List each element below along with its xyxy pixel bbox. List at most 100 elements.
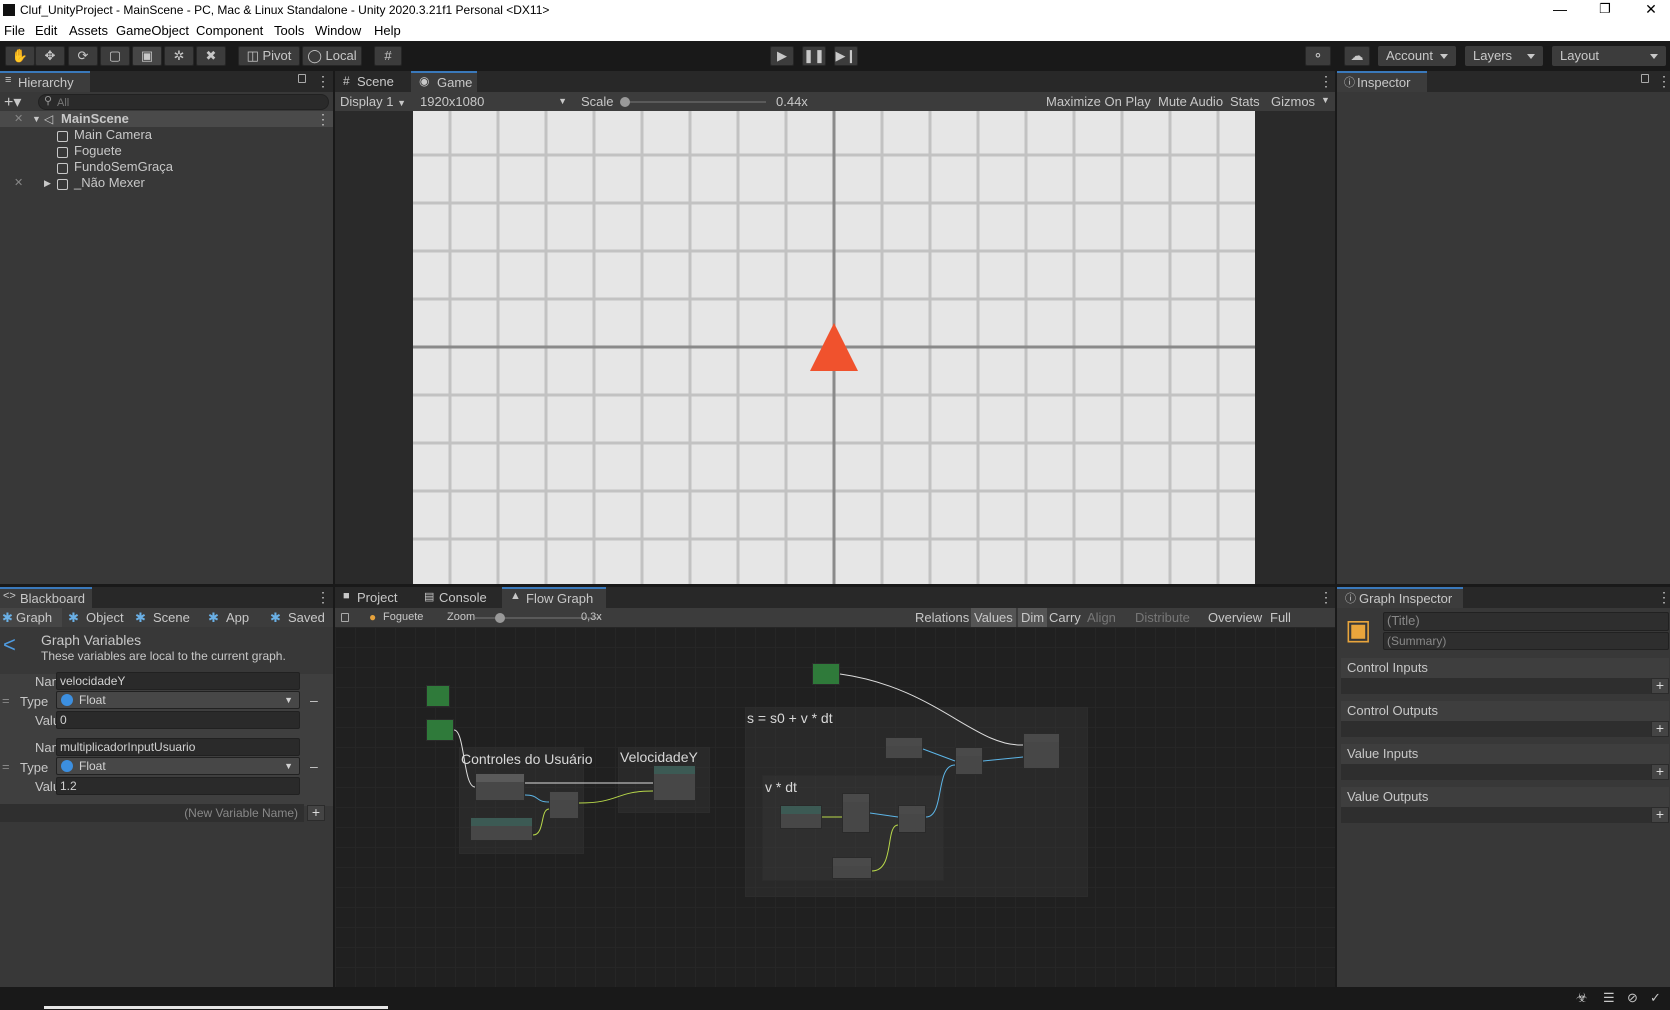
visibility-icon[interactable]: ✕ bbox=[14, 111, 23, 127]
float-type-icon bbox=[61, 760, 73, 772]
distribute-button[interactable]: Distribute bbox=[1135, 610, 1190, 625]
lock-icon[interactable] bbox=[341, 613, 349, 622]
variable-value-input[interactable]: 0 bbox=[56, 711, 300, 729]
gizmos-button[interactable]: Gizmos bbox=[1271, 94, 1315, 109]
variable-value-input[interactable]: 1.2 bbox=[56, 777, 300, 795]
hierarchy-item[interactable]: FundoSemGraça bbox=[0, 159, 333, 175]
add-control-input-button[interactable]: + bbox=[1651, 678, 1669, 694]
carry-button[interactable]: Carry bbox=[1049, 610, 1081, 625]
expand-arrow-icon[interactable]: ▶ bbox=[44, 175, 51, 191]
zoom-slider-handle[interactable] bbox=[495, 613, 506, 623]
scale-tool-icon[interactable]: ▢ bbox=[100, 46, 130, 66]
hierarchy-item[interactable]: Foguete bbox=[0, 143, 333, 159]
bottom-tabbar: Project ■ Console ▤ Flow Graph ▲ ⋮ bbox=[335, 587, 1335, 608]
graph-summary-input[interactable]: (Summary) bbox=[1383, 632, 1669, 650]
tab-hierarchy[interactable]: Hierarchy bbox=[0, 71, 90, 92]
drag-handle-icon[interactable]: = bbox=[2, 759, 10, 774]
more-options-icon[interactable]: ⋮ bbox=[1657, 73, 1670, 90]
check-icon[interactable]: ✓ bbox=[1650, 990, 1661, 1006]
stats-button[interactable]: Stats bbox=[1230, 94, 1260, 109]
hierarchy-item[interactable]: ✕ ▶ _Não Mexer bbox=[0, 175, 333, 191]
add-control-output-button[interactable]: + bbox=[1651, 721, 1669, 737]
bug-icon[interactable]: ☣ bbox=[1576, 990, 1588, 1006]
grid-snap-icon[interactable]: # bbox=[374, 46, 402, 66]
rotate-tool-icon[interactable]: ⟳ bbox=[68, 46, 98, 66]
object-icon: ● bbox=[369, 610, 377, 624]
remove-variable-button[interactable]: – bbox=[310, 758, 318, 774]
transform-tool-icon[interactable]: ✲ bbox=[164, 46, 194, 66]
more-options-icon[interactable]: ⋮ bbox=[316, 73, 330, 90]
display-dropdown[interactable]: Display 1 ▼ bbox=[337, 92, 413, 111]
values-button[interactable]: Values bbox=[971, 608, 1016, 627]
align-button[interactable]: Align bbox=[1087, 610, 1116, 625]
scene-row[interactable]: ✕ ▼ ◁ MainScene ⋮ bbox=[0, 111, 333, 127]
expand-arrow-icon[interactable]: ▼ bbox=[32, 111, 41, 127]
new-variable-input[interactable]: (New Variable Name) bbox=[0, 804, 304, 822]
add-variable-button[interactable]: + bbox=[307, 805, 325, 821]
add-value-output-button[interactable]: + bbox=[1651, 807, 1669, 823]
relations-button[interactable]: Relations bbox=[915, 610, 969, 625]
move-tool-icon[interactable]: ✥ bbox=[35, 46, 65, 66]
game-view[interactable] bbox=[413, 111, 1255, 584]
overview-button[interactable]: Overview bbox=[1208, 610, 1262, 625]
scale-slider-handle[interactable] bbox=[620, 97, 630, 107]
local-button[interactable]: ◯ Local bbox=[302, 46, 362, 66]
scale-slider[interactable] bbox=[622, 101, 766, 103]
rect-tool-icon[interactable]: ▣ bbox=[132, 46, 162, 66]
game-tabbar: Scene # Game ◉ ⋮ bbox=[335, 71, 1335, 92]
play-button[interactable]: ▶ bbox=[770, 46, 794, 66]
type-value: Float bbox=[79, 759, 106, 773]
graph-title-input[interactable]: (Title) bbox=[1383, 612, 1669, 631]
account-dropdown[interactable]: Account bbox=[1378, 46, 1456, 66]
custom-tool-icon[interactable]: ✖ bbox=[196, 46, 226, 66]
gizmos-chevron-icon[interactable]: ▼ bbox=[1321, 95, 1330, 105]
drag-handle-icon[interactable]: = bbox=[2, 693, 10, 708]
close-icon[interactable]: ✕ bbox=[1636, 1, 1666, 18]
window-title: Cluf_UnityProject - MainScene - PC, Mac … bbox=[20, 3, 550, 17]
variable-name-input[interactable]: velocidadeY bbox=[56, 672, 300, 690]
dim-button[interactable]: Dim bbox=[1018, 608, 1048, 627]
menu-help[interactable]: Help bbox=[374, 23, 401, 38]
menu-gameobject[interactable]: GameObject bbox=[116, 23, 189, 38]
menu-file[interactable]: File bbox=[4, 23, 25, 38]
layers-icon[interactable]: ☰ bbox=[1603, 990, 1615, 1006]
variable-name-input[interactable]: multiplicadorInputUsuario bbox=[56, 738, 300, 756]
add-value-input-button[interactable]: + bbox=[1651, 764, 1669, 780]
pause-button[interactable]: ❚❚ bbox=[802, 46, 826, 66]
layers-dropdown[interactable]: Layers bbox=[1465, 46, 1543, 66]
resolution-dropdown[interactable]: 1920x1080 ▼ bbox=[417, 92, 573, 111]
hierarchy-item[interactable]: Main Camera bbox=[0, 127, 333, 143]
menu-tools[interactable]: Tools bbox=[274, 23, 304, 38]
hierarchy-search-input[interactable]: All bbox=[38, 94, 329, 110]
more-options-icon[interactable]: ⋮ bbox=[1319, 73, 1333, 90]
scene-more-icon[interactable]: ⋮ bbox=[316, 111, 330, 127]
collab-icon[interactable]: ⚬ bbox=[1305, 46, 1331, 66]
hand-tool-icon[interactable]: ✋ bbox=[5, 46, 35, 66]
restore-icon[interactable]: ❐ bbox=[1590, 1, 1620, 17]
remove-variable-button[interactable]: – bbox=[310, 692, 318, 708]
step-button[interactable]: ▶❙ bbox=[834, 46, 858, 66]
lock-icon[interactable] bbox=[1641, 74, 1649, 83]
layout-dropdown[interactable]: Layout bbox=[1552, 46, 1666, 66]
more-options-icon[interactable]: ⋮ bbox=[316, 589, 330, 606]
variable-type-select[interactable]: Float ▼ bbox=[56, 691, 300, 709]
progress-bar bbox=[44, 1006, 388, 1009]
menu-assets[interactable]: Assets bbox=[69, 23, 108, 38]
cloud-icon[interactable]: ☁ bbox=[1344, 46, 1370, 66]
maximize-on-play-button[interactable]: Maximize On Play bbox=[1046, 94, 1151, 109]
lock-icon[interactable] bbox=[298, 74, 306, 83]
title-bar: Cluf_UnityProject - MainScene - PC, Mac … bbox=[0, 0, 1670, 20]
network-icon[interactable]: ⊘ bbox=[1627, 990, 1638, 1006]
add-icon[interactable]: +▾ bbox=[4, 92, 21, 112]
menu-window[interactable]: Window bbox=[315, 23, 361, 38]
minimize-icon[interactable]: — bbox=[1545, 1, 1575, 17]
variable-type-select[interactable]: Float ▼ bbox=[56, 757, 300, 775]
mute-audio-button[interactable]: Mute Audio bbox=[1158, 94, 1223, 109]
hidden-icon[interactable]: ✕ bbox=[14, 175, 23, 191]
pivot-button[interactable]: ◫ Pivot bbox=[238, 46, 300, 66]
more-options-icon[interactable]: ⋮ bbox=[1319, 589, 1333, 606]
graph-canvas[interactable]: Controles do Usuário VelocidadeY s = s0 … bbox=[335, 627, 1335, 987]
menu-component[interactable]: Component bbox=[196, 23, 263, 38]
menu-edit[interactable]: Edit bbox=[35, 23, 57, 38]
more-options-icon[interactable]: ⋮ bbox=[1657, 589, 1670, 606]
